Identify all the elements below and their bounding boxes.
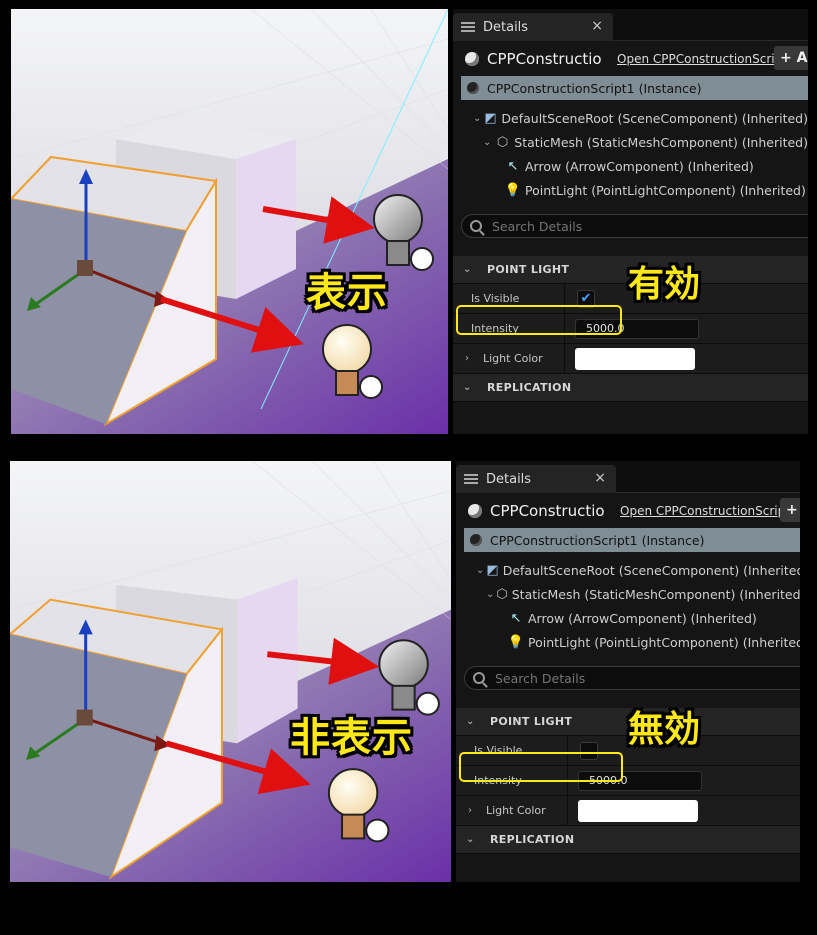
arrow-component-icon: ↖ [510, 610, 522, 626]
component-tree: ⌄ ◩ DefaultSceneRoot (SceneComponent) (I… [464, 558, 800, 654]
actor-header: CPPConstructio Open CPPConstructionScrip… [453, 41, 808, 76]
details-tab-icon [464, 473, 478, 485]
search-input[interactable] [495, 670, 795, 686]
tree-item-label: PointLight (PointLightComponent) (Inheri… [528, 634, 800, 650]
chevron-down-icon[interactable]: ⌄ [463, 264, 473, 275]
instance-row[interactable]: CPPConstructionScript1 (Instance) [461, 76, 808, 100]
hidden-example-panel: 非表示 Details × CPPConstructio Open CPPCon… [0, 455, 817, 900]
search-icon [470, 220, 482, 232]
spacer [453, 238, 808, 256]
arrow-component-icon: ↖ [507, 158, 519, 174]
tree-item-label: DefaultSceneRoot (SceneComponent) (Inher… [502, 562, 800, 578]
section-title: POINT LIGHT [487, 263, 570, 276]
open-blueprint-link[interactable]: Open CPPConstructionScript [620, 504, 790, 518]
tree-item-arrow[interactable]: ↖ Arrow (ArrowComponent) (Inherited) [461, 154, 808, 178]
tree-item-point-light[interactable]: 💡 PointLight (PointLightComponent) (Inhe… [464, 630, 800, 654]
scene-component-icon: ◩ [484, 110, 497, 126]
instance-icon [470, 534, 482, 546]
prop-label-wrap: › Light Color [456, 796, 568, 825]
prop-light-color: › Light Color [453, 344, 808, 374]
section-replication[interactable]: ⌄ REPLICATION [456, 826, 800, 854]
viewport-scene [10, 461, 451, 882]
component-tree: ⌄ ◩ DefaultSceneRoot (SceneComponent) (I… [461, 106, 808, 202]
chevron-right-icon[interactable]: › [465, 353, 475, 364]
actor-icon [468, 503, 482, 518]
section-title: REPLICATION [487, 381, 572, 394]
is-visible-highlight [456, 305, 622, 335]
tab-details[interactable]: Details × [453, 13, 613, 41]
static-mesh-icon: ⬡ [496, 134, 509, 150]
search-bar [461, 214, 808, 238]
level-viewport[interactable] [11, 9, 448, 434]
details-panel: Details × CPPConstructio Open CPPConstru… [453, 9, 808, 434]
prop-label: Light Color [483, 352, 543, 365]
tree-item-arrow[interactable]: ↖ Arrow (ArrowComponent) (Inherited) [464, 606, 800, 630]
instance-label: CPPConstructionScript1 (Instance) [487, 80, 702, 96]
details-tabbar: Details × [453, 9, 808, 41]
chevron-down-icon[interactable]: ⌄ [463, 382, 473, 393]
visible-overlay-label: 表示 [306, 270, 388, 316]
visible-example-panel: 表示 Details × CPPConstructio Open CPPCons… [0, 0, 817, 445]
tree-item-label: PointLight (PointLightComponent) (Inheri… [525, 182, 806, 198]
section-title: REPLICATION [490, 833, 575, 846]
section-title: POINT LIGHT [490, 715, 573, 728]
search-input[interactable] [492, 218, 792, 234]
disabled-label: 無効 [628, 709, 701, 750]
level-viewport[interactable] [10, 461, 451, 882]
prop-label-wrap: › Light Color [453, 344, 565, 373]
chevron-down-icon[interactable]: ⌄ [466, 834, 476, 845]
actor-header: CPPConstructio Open CPPConstructionScrip… [456, 493, 800, 528]
chevron-right-icon[interactable]: › [468, 805, 478, 816]
actor-icon [465, 51, 479, 66]
add-component-button[interactable]: + [780, 498, 800, 522]
tree-item-static-mesh[interactable]: ⌄ ⬡ StaticMesh (StaticMeshComponent) (In… [464, 582, 800, 606]
chevron-down-icon[interactable]: ⌄ [486, 589, 494, 600]
instance-row[interactable]: CPPConstructionScript1 (Instance) [464, 528, 800, 552]
tree-item-static-mesh[interactable]: ⌄ ⬡ StaticMesh (StaticMeshComponent) (In… [461, 130, 808, 154]
details-panel: Details × CPPConstructio Open CPPConstru… [456, 461, 800, 882]
instance-label: CPPConstructionScript1 (Instance) [490, 532, 705, 548]
point-light-icon: 💡 [507, 634, 525, 650]
prop-value [568, 796, 698, 825]
is-visible-highlight [459, 752, 623, 782]
actor-name: CPPConstructio [490, 501, 605, 520]
enabled-label: 有効 [628, 264, 701, 305]
tree-item-label: Arrow (ArrowComponent) (Inherited) [525, 158, 754, 174]
search-icon [473, 672, 485, 684]
tree-item-label: DefaultSceneRoot (SceneComponent) (Inher… [501, 110, 808, 126]
prop-light-color: › Light Color [456, 796, 800, 826]
search-bar [464, 666, 800, 690]
chevron-down-icon[interactable]: ⌄ [473, 113, 482, 124]
tree-item-default-scene-root[interactable]: ⌄ ◩ DefaultSceneRoot (SceneComponent) (I… [464, 558, 800, 582]
actor-name: CPPConstructio [487, 49, 602, 68]
open-blueprint-link[interactable]: Open CPPConstructionScript [617, 52, 787, 66]
details-tabbar: Details × [456, 461, 800, 493]
light-color-swatch[interactable] [578, 799, 698, 822]
tree-item-point-light[interactable]: 💡 PointLight (PointLightComponent) (Inhe… [461, 178, 808, 202]
prop-label: Light Color [486, 804, 546, 817]
tree-item-default-scene-root[interactable]: ⌄ ◩ DefaultSceneRoot (SceneComponent) (I… [461, 106, 808, 130]
prop-value [565, 344, 695, 373]
tree-item-label: Arrow (ArrowComponent) (Inherited) [528, 610, 757, 626]
instance-icon [467, 82, 479, 94]
tab-label: Details [483, 19, 529, 35]
tree-item-label: StaticMesh (StaticMeshComponent) (Inheri… [511, 586, 800, 602]
add-component-button[interactable]: + A [774, 46, 808, 70]
details-tab-icon [461, 21, 475, 33]
point-light-icon: 💡 [504, 182, 522, 198]
section-replication[interactable]: ⌄ REPLICATION [453, 374, 808, 402]
close-icon[interactable]: × [591, 18, 603, 34]
static-mesh-icon: ⬡ [496, 586, 508, 602]
scene-component-icon: ◩ [486, 562, 499, 578]
light-color-swatch[interactable] [575, 347, 695, 370]
chevron-down-icon[interactable]: ⌄ [476, 565, 484, 576]
hidden-overlay-label: 非表示 [290, 715, 413, 761]
close-icon[interactable]: × [594, 470, 606, 486]
tab-details[interactable]: Details × [456, 465, 616, 493]
chevron-down-icon[interactable]: ⌄ [483, 137, 493, 148]
tab-label: Details [486, 471, 532, 487]
tree-item-label: StaticMesh (StaticMeshComponent) (Inheri… [514, 134, 808, 150]
chevron-down-icon[interactable]: ⌄ [466, 716, 476, 727]
viewport-scene [11, 9, 448, 434]
